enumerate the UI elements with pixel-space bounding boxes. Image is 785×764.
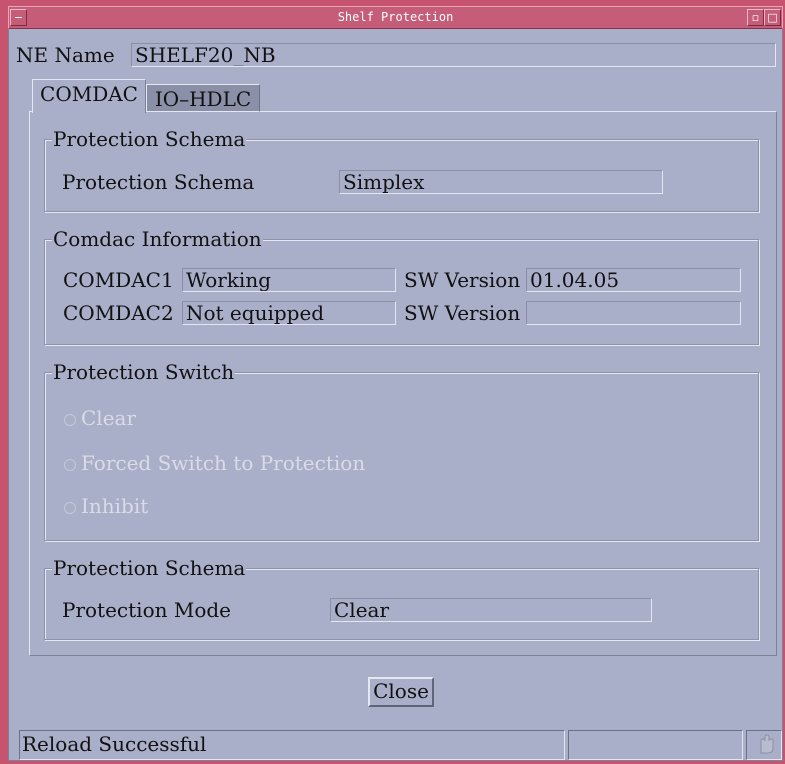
comdac1-label: COMDAC1: [63, 268, 174, 292]
title-bar[interactable]: − Shelf Protection ▫ □: [8, 6, 783, 29]
comdac2-sw-version-field: [526, 301, 741, 325]
protection-mode-field: Clear: [330, 598, 652, 622]
maximize-button[interactable]: □: [764, 9, 781, 26]
comdac2-sw-version-label: SW Version: [404, 301, 521, 325]
comdac2-label: COMDAC2: [63, 301, 174, 325]
minimize-button[interactable]: ▫: [747, 9, 764, 26]
tab-comdac[interactable]: COMDAC: [32, 79, 146, 113]
radio-circle-icon: [64, 502, 76, 514]
protection-mode-group-title: Protection Schema: [52, 556, 247, 580]
radio-forced-switch[interactable]: Forced Switch to Protection: [64, 451, 365, 475]
protection-mode-label: Protection Mode: [62, 598, 232, 622]
status-indicator: [746, 730, 782, 760]
status-message: Reload Successful: [19, 730, 565, 760]
radio-forced-switch-label: Forced Switch to Protection: [81, 451, 366, 475]
window-title: Shelf Protection: [337, 10, 454, 24]
tab-io-hdlc[interactable]: IO–HDLC: [146, 84, 260, 112]
protection-switch-group-title: Protection Switch: [52, 360, 236, 384]
radio-clear-label: Clear: [81, 406, 137, 430]
radio-inhibit[interactable]: Inhibit: [64, 494, 148, 518]
protection-schema-field: Simplex: [339, 170, 663, 194]
comdac1-status-field: Working: [182, 268, 396, 292]
protection-schema-label: Protection Schema: [62, 170, 255, 194]
minimize-icon: ▫: [751, 11, 760, 24]
protection-schema-group-title: Protection Schema: [52, 127, 247, 151]
comdac-information-group-title: Comdac Information: [52, 227, 263, 251]
status-secondary: [568, 730, 743, 760]
ne-name-label: NE Name: [16, 43, 115, 67]
radio-circle-icon: [64, 414, 76, 426]
close-button[interactable]: Close: [368, 677, 434, 707]
maximize-icon: □: [767, 11, 778, 24]
comdac1-sw-version-field: 01.04.05: [526, 268, 741, 292]
radio-circle-icon: [64, 459, 76, 471]
comdac2-status-field: Not equipped: [182, 301, 396, 325]
ne-name-field: SHELF20_NB: [131, 43, 776, 67]
comdac-information-group: [44, 239, 759, 345]
comdac1-sw-version-label: SW Version: [404, 268, 521, 292]
activity-icon: [760, 734, 774, 754]
radio-clear[interactable]: Clear: [64, 406, 136, 430]
radio-inhibit-label: Inhibit: [81, 494, 149, 518]
